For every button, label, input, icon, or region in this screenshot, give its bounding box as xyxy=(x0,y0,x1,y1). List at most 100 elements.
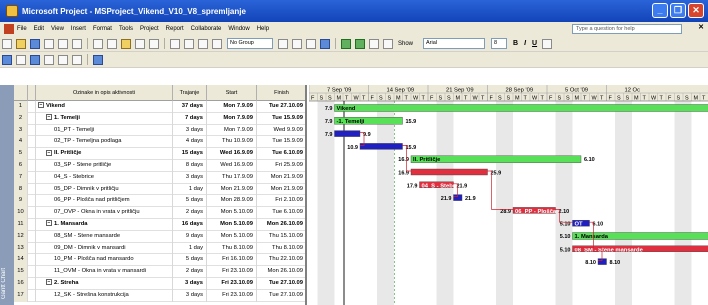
row-id-cell[interactable]: 13 xyxy=(14,242,28,255)
finish-cell[interactable]: Thu 22.10.09 xyxy=(257,254,305,266)
row-id-cell[interactable]: 17 xyxy=(14,289,28,302)
duration-cell[interactable]: 3 days xyxy=(173,277,207,290)
zoom-in-icon[interactable] xyxy=(278,38,288,49)
row-indicator-cell[interactable] xyxy=(28,254,36,267)
hide-subtasks-icon[interactable] xyxy=(383,38,393,49)
menu-file[interactable]: File xyxy=(17,26,27,32)
start-cell[interactable]: Mon 5.10.09 xyxy=(207,218,257,231)
row-indicator-cell[interactable] xyxy=(28,242,36,255)
row-id-cell[interactable]: 3 xyxy=(14,124,28,137)
row-id-cell[interactable]: 9 xyxy=(14,195,28,208)
finish-cell[interactable]: Wed 9.9.09 xyxy=(257,125,305,137)
font-size-select[interactable]: 8 xyxy=(491,38,508,49)
row-indicator-cell[interactable] xyxy=(28,266,36,278)
finish-cell[interactable]: Tue 27.10.09 xyxy=(257,278,305,290)
menu-view[interactable]: View xyxy=(51,26,64,32)
duration-cell[interactable]: 1 day xyxy=(173,183,207,196)
row-indicator-cell[interactable] xyxy=(28,124,36,137)
menu-project[interactable]: Project xyxy=(140,26,159,32)
task-name-cell[interactable]: −1. Temelji xyxy=(36,112,173,125)
finish-cell[interactable]: Thu 8.10.09 xyxy=(257,243,305,255)
start-cell[interactable]: Thu 17.9.09 xyxy=(207,171,257,184)
row-indicator-cell[interactable] xyxy=(28,218,36,231)
row-id-cell[interactable]: 10 xyxy=(14,207,28,219)
gantt-chart[interactable]: 7 Sep '09 14 Sep '09 21 Sep '09 28 Sep '09 5… xyxy=(309,85,708,305)
start-cell[interactable]: Thu 10.9.09 xyxy=(207,136,257,149)
duration-cell[interactable]: 3 days xyxy=(173,289,207,302)
duration-cell[interactable]: 5 days xyxy=(173,254,207,267)
menu-window[interactable]: Window xyxy=(228,26,249,32)
start-cell[interactable]: Fri 23.10.09 xyxy=(207,289,257,302)
row-id-cell[interactable]: 15 xyxy=(14,266,28,278)
show-subtasks-icon[interactable] xyxy=(369,38,379,49)
collapse-icon[interactable]: − xyxy=(46,220,52,227)
italic-button[interactable]: I xyxy=(524,40,526,47)
row-indicator-cell[interactable] xyxy=(28,230,36,243)
menu-edit[interactable]: Edit xyxy=(34,26,44,32)
task-name-cell[interactable]: − II. Pritličje xyxy=(36,148,173,160)
row-indicator-cell[interactable] xyxy=(28,112,36,125)
duration-cell[interactable]: 2 days xyxy=(173,207,207,219)
menu-format[interactable]: Format xyxy=(93,26,112,32)
row-indicator-cell[interactable] xyxy=(28,101,36,113)
finish-cell[interactable]: Mon 26.10.09 xyxy=(257,266,305,278)
split-task-icon[interactable] xyxy=(198,38,208,49)
task-name-cell[interactable]: 08_SM - Stene mansarde xyxy=(36,230,173,243)
duration-cell[interactable]: 16 days xyxy=(173,218,207,231)
reschedule-work-icon[interactable] xyxy=(30,54,40,65)
start-cell[interactable]: Wed 16.9.09 xyxy=(207,148,257,160)
task-name-cell[interactable]: 09_DM - Dimnik v mansardi xyxy=(36,242,173,255)
duration-cell[interactable]: 5 days xyxy=(173,195,207,208)
link-tasks-icon[interactable] xyxy=(170,38,180,49)
collapse-icon[interactable]: − xyxy=(46,114,52,121)
table-row[interactable]: 2−1. Temelji 7 days Mon 7.9.09 Tue 15.9.09 xyxy=(14,112,305,125)
finish-cell[interactable]: Tue 27.10.09 xyxy=(257,290,305,302)
percent-complete-icon[interactable] xyxy=(58,54,68,65)
row-id-cell[interactable]: 5 xyxy=(14,148,28,160)
save-icon[interactable] xyxy=(30,38,40,49)
table-row[interactable]: 4 02_TP - Temeljna podlaga 4 days Thu 10.9.… xyxy=(14,136,305,149)
duration-cell[interactable]: 1 day xyxy=(173,242,207,255)
collapse-icon[interactable]: − xyxy=(38,102,44,109)
table-row[interactable]: 9 06_PP - Plošča nad pritličjem 5 days Mon … xyxy=(14,195,305,208)
print-preview-icon[interactable] xyxy=(58,38,68,49)
row-indicator-cell[interactable] xyxy=(28,159,36,172)
finish-cell[interactable]: Thu 15.10.09 xyxy=(257,231,305,243)
row-indicator-cell[interactable] xyxy=(28,136,36,149)
row-id-cell[interactable]: 7 xyxy=(14,171,28,184)
menu-help[interactable]: Help xyxy=(257,26,269,32)
table-row[interactable]: 15 11_OVM - Okna in vrata v mansardi 2 day… xyxy=(14,266,305,278)
row-id-cell[interactable]: 16 xyxy=(14,277,28,290)
close-button[interactable]: ✕ xyxy=(688,3,704,18)
header-id[interactable] xyxy=(14,85,28,101)
copy-icon[interactable] xyxy=(107,38,117,49)
row-id-cell[interactable]: 1 xyxy=(14,101,28,113)
table-row[interactable]: 5− II. Pritličje 15 days Wed 16.9.09 Tue 6.1… xyxy=(14,148,305,160)
finish-cell[interactable]: Tue 15.9.09 xyxy=(257,136,305,148)
header-task-name[interactable]: Ozinake in opis aktivnosti xyxy=(36,85,173,101)
help-search-input[interactable]: Type a question for help xyxy=(572,24,682,34)
unlink-tasks-icon[interactable] xyxy=(184,38,194,49)
row-id-cell[interactable]: 8 xyxy=(14,183,28,196)
start-cell[interactable]: Mon 7.9.09 xyxy=(207,101,257,113)
finish-cell[interactable]: Tue 6.10.09 xyxy=(257,207,305,219)
task-name-cell[interactable]: 06_PP - Plošča nad pritličjem xyxy=(36,195,173,208)
print-icon[interactable] xyxy=(44,38,54,49)
start-cell[interactable]: Mon 28.9.09 xyxy=(207,195,257,208)
table-row[interactable]: 17 12_SK - Strešna konstrukcija 3 days Fri … xyxy=(14,289,305,302)
finish-cell[interactable]: Tue 6.10.09 xyxy=(257,148,305,160)
table-row[interactable]: 11−1. Mansarda 16 days Mon 5.10.09 Mon 26.1… xyxy=(14,218,305,231)
task-name-cell[interactable]: 07_OVP - Okna in vrata v pritličju xyxy=(36,207,173,219)
font-select[interactable]: Arial xyxy=(423,38,486,49)
task-name-cell[interactable]: 10_PM - Plošča nad mansardo xyxy=(36,254,173,267)
group-select[interactable]: No Group xyxy=(227,38,273,49)
duration-cell[interactable]: 7 days xyxy=(173,112,207,125)
row-id-cell[interactable]: 14 xyxy=(14,254,28,267)
update-as-scheduled-icon[interactable] xyxy=(16,54,26,65)
task-name-cell[interactable]: 01_PT - Temelji xyxy=(36,124,173,137)
scroll-to-task-icon[interactable] xyxy=(306,38,316,49)
collapse-icon[interactable]: − xyxy=(46,279,52,286)
start-cell[interactable]: Fri 16.10.09 xyxy=(207,254,257,267)
start-cell[interactable]: Thu 8.10.09 xyxy=(207,242,257,255)
row-indicator-cell[interactable] xyxy=(28,148,36,160)
